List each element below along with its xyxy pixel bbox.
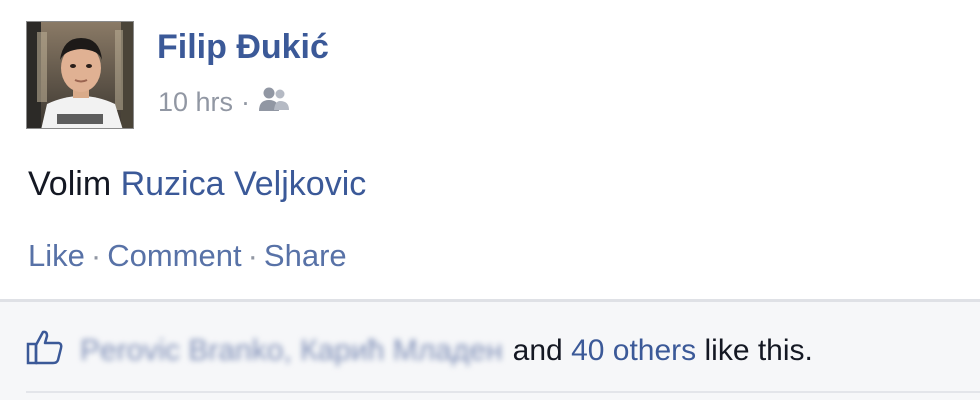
liker-names[interactable]: Perovic Branko, Карић Младен [80, 334, 503, 368]
likes-panel: Perovic Branko, Карић Младен and 40 othe… [0, 299, 980, 400]
tagged-person-link[interactable]: Ruzica Veljkovic [121, 165, 367, 203]
post-text-prefix: Volim [28, 165, 121, 203]
post-text: Volim Ruzica Veljkovic [28, 165, 366, 204]
others-likes-link[interactable]: 40 others [571, 334, 696, 368]
friends-icon[interactable] [258, 86, 290, 119]
comment-link[interactable]: Comment [107, 238, 241, 273]
post-meta: 10 hrs · [158, 86, 290, 119]
like-link[interactable]: Like [28, 238, 85, 273]
meta-separator: · [241, 87, 251, 117]
likes-suffix: like this. [704, 334, 813, 367]
post-timestamp[interactable]: 10 hrs [158, 87, 233, 118]
post-actions: Like · Comment · Share [28, 238, 347, 274]
action-separator: · [247, 238, 258, 273]
thumbs-up-icon [26, 328, 80, 374]
author-avatar[interactable] [26, 21, 134, 129]
author-name[interactable]: Filip Đukić [157, 28, 329, 67]
comment-divider [26, 391, 980, 393]
likes-summary: Perovic Branko, Карић Младен and 40 othe… [26, 328, 813, 374]
avatar-photo [27, 22, 133, 128]
likes-and-text: and [512, 334, 563, 367]
facebook-post: Filip Đukić 10 hrs · Volim Ruzica Veljko… [0, 0, 980, 400]
action-separator: · [90, 238, 102, 273]
share-link[interactable]: Share [264, 238, 347, 273]
